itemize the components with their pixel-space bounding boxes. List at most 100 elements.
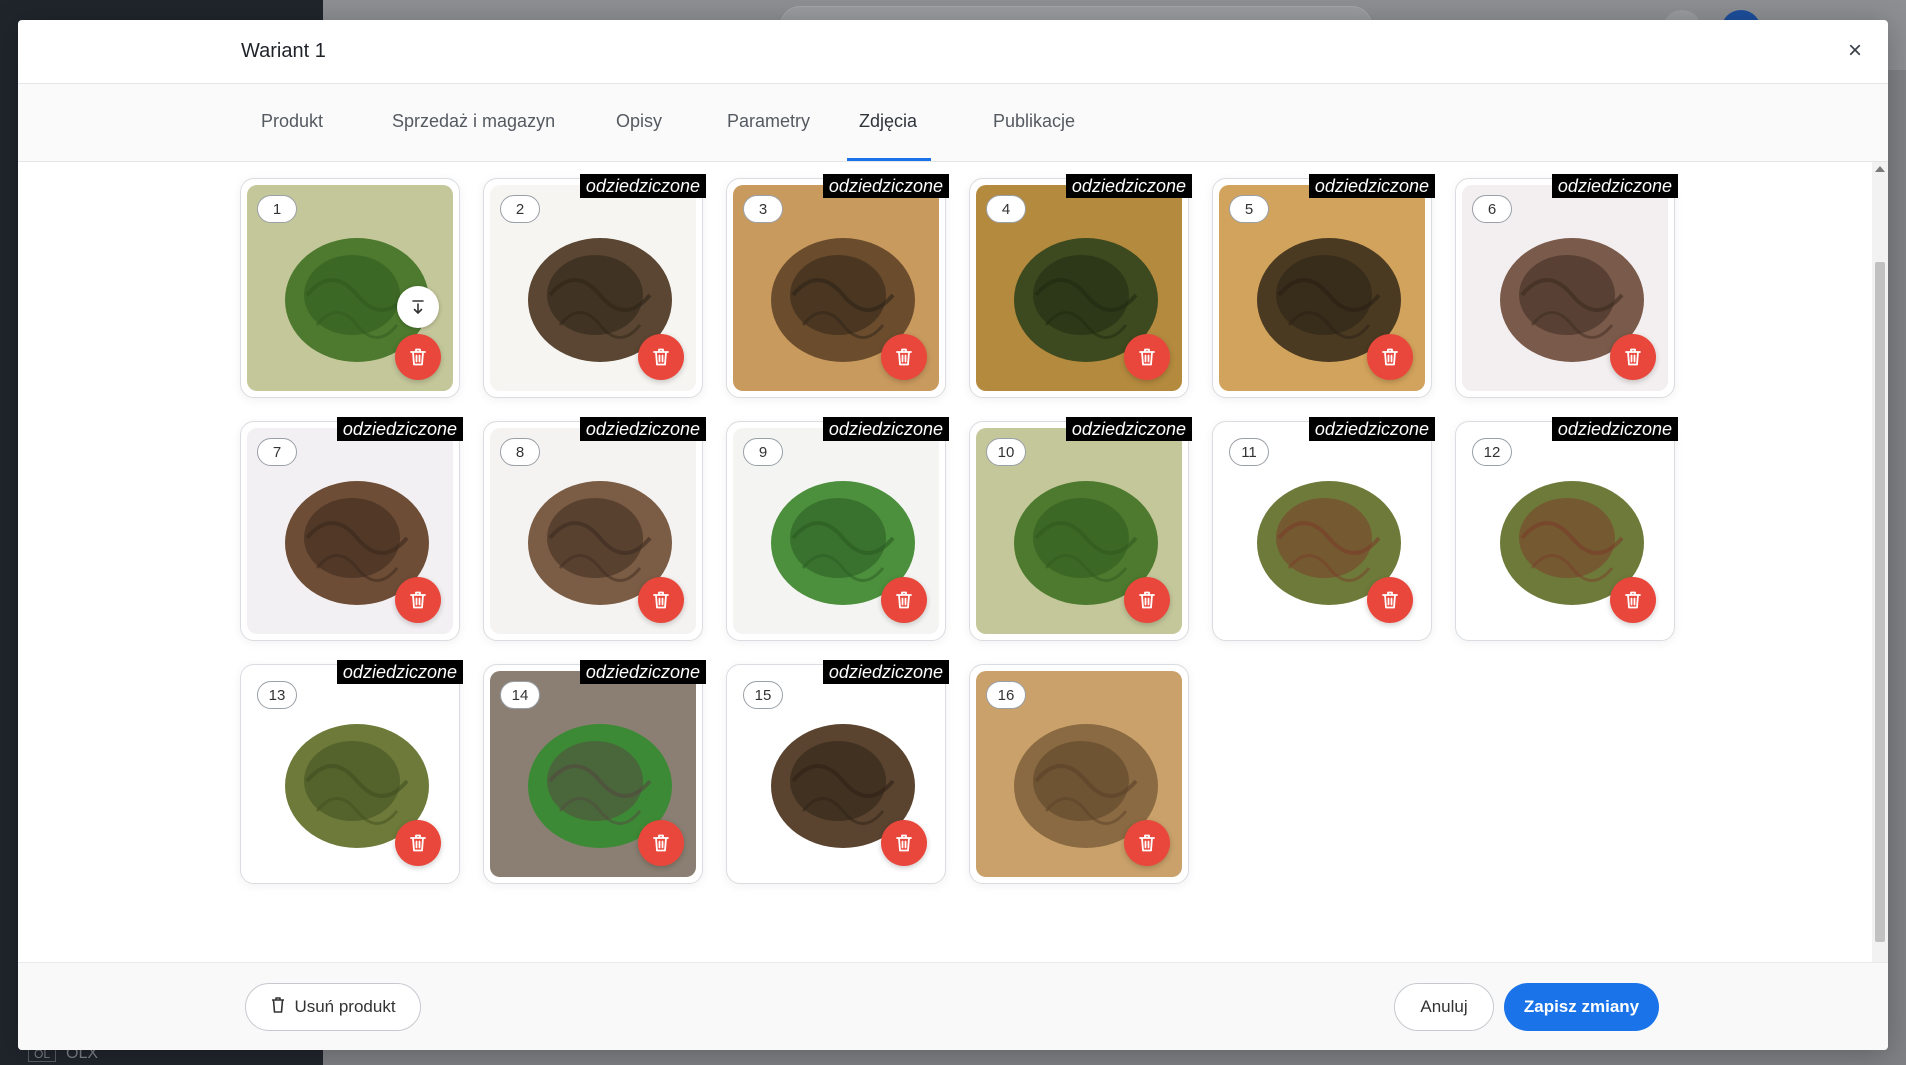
trash-icon	[1624, 590, 1642, 610]
inherited-badge: odziedziczone	[579, 660, 706, 684]
photo-card[interactable]: 10 odziedziczone	[969, 417, 1192, 641]
delete-photo-button[interactable]	[395, 820, 441, 866]
trash-icon	[1138, 590, 1156, 610]
delete-photo-button[interactable]	[1124, 334, 1170, 380]
scroll-up-arrow[interactable]	[1875, 166, 1885, 172]
trash-icon	[895, 347, 913, 367]
save-button[interactable]: Zapisz zmiany	[1504, 983, 1659, 1031]
photo-card[interactable]: 16	[969, 664, 1189, 884]
tab-produkt[interactable]: Produkt	[249, 84, 335, 161]
photo-card[interactable]: 11 odziedziczone	[1212, 417, 1435, 641]
photo-order-number: 12	[1472, 438, 1512, 466]
photo-order-number: 2	[500, 195, 540, 223]
photo-card[interactable]: 3 odziedziczone	[726, 174, 949, 398]
photo-card[interactable]: 8 odziedziczone	[483, 417, 706, 641]
trash-icon	[270, 996, 286, 1019]
photo-order-number: 9	[743, 438, 783, 466]
variant-modal: Wariant 1 × Produkt Sprzedaż i magazyn O…	[18, 20, 1888, 1050]
inherited-badge: odziedziczone	[822, 417, 949, 441]
tab-parametry[interactable]: Parametry	[715, 84, 822, 161]
photo-order-number: 16	[986, 681, 1026, 709]
photo-order-number: 4	[986, 195, 1026, 223]
photo-card[interactable]: 13 odziedziczone	[240, 660, 463, 884]
photo-card[interactable]: 5 odziedziczone	[1212, 174, 1435, 398]
photo-card[interactable]: 2 odziedziczone	[483, 174, 706, 398]
scrollbar[interactable]	[1872, 162, 1888, 962]
photo-order-number: 1	[257, 195, 297, 223]
photo-order-number: 6	[1472, 195, 1512, 223]
delete-photo-button[interactable]	[881, 334, 927, 380]
photo-order-number: 14	[500, 681, 540, 709]
remove-product-label: Usuń produkt	[294, 997, 396, 1016]
inherited-badge: odziedziczone	[336, 417, 463, 441]
tab-sprzedaz-i-magazyn[interactable]: Sprzedaż i magazyn	[380, 84, 567, 161]
trash-icon	[1624, 347, 1642, 367]
trash-icon	[409, 347, 427, 367]
photo-order-number: 5	[1229, 195, 1269, 223]
trash-icon	[1381, 347, 1399, 367]
trash-icon	[409, 833, 427, 853]
inherited-badge: odziedziczone	[1308, 417, 1435, 441]
trash-icon	[652, 347, 670, 367]
inherited-badge: odziedziczone	[1551, 417, 1678, 441]
tab-bar: Produkt Sprzedaż i magazyn Opisy Paramet…	[18, 84, 1888, 162]
modal-header: Wariant 1 ×	[18, 20, 1888, 84]
delete-photo-button[interactable]	[1124, 577, 1170, 623]
inherited-badge: odziedziczone	[579, 174, 706, 198]
photo-order-number: 10	[986, 438, 1026, 466]
photo-card[interactable]: 9 odziedziczone	[726, 417, 949, 641]
trash-icon	[1381, 590, 1399, 610]
delete-photo-button[interactable]	[395, 334, 441, 380]
photo-card[interactable]: 15 odziedziczone	[726, 660, 949, 884]
tab-publikacje[interactable]: Publikacje	[981, 84, 1087, 161]
delete-photo-button[interactable]	[1610, 577, 1656, 623]
inherited-badge: odziedziczone	[1065, 417, 1192, 441]
trash-icon	[409, 590, 427, 610]
inherited-badge: odziedziczone	[822, 174, 949, 198]
photo-order-number: 3	[743, 195, 783, 223]
tab-zdjecia[interactable]: Zdjęcia	[847, 84, 931, 161]
delete-photo-button[interactable]	[638, 577, 684, 623]
photo-card[interactable]: 7 odziedziczone	[240, 417, 463, 641]
remove-product-button[interactable]: Usuń produkt	[245, 983, 421, 1031]
photo-gallery: 1 2 odziedziczone 3 odziedziczone 4 odziedzicz…	[18, 162, 1888, 962]
scroll-thumb[interactable]	[1875, 262, 1885, 942]
trash-icon	[1138, 347, 1156, 367]
download-icon[interactable]	[397, 286, 439, 328]
delete-photo-button[interactable]	[1124, 820, 1170, 866]
inherited-badge: odziedziczone	[579, 417, 706, 441]
cancel-button[interactable]: Anuluj	[1394, 983, 1494, 1031]
inherited-badge: odziedziczone	[336, 660, 463, 684]
delete-photo-button[interactable]	[395, 577, 441, 623]
photo-order-number: 11	[1229, 438, 1269, 466]
photo-card[interactable]: 1	[240, 178, 460, 398]
inherited-badge: odziedziczone	[1551, 174, 1678, 198]
delete-photo-button[interactable]	[638, 334, 684, 380]
delete-photo-button[interactable]	[881, 577, 927, 623]
modal-title: Wariant 1	[241, 40, 326, 62]
delete-photo-button[interactable]	[881, 820, 927, 866]
modal-footer: Usuń produkt Anuluj Zapisz zmiany	[18, 962, 1888, 1050]
photo-card[interactable]: 6 odziedziczone	[1455, 174, 1678, 398]
photo-card[interactable]: 4 odziedziczone	[969, 174, 1192, 398]
close-icon[interactable]: ×	[1842, 38, 1868, 64]
inherited-badge: odziedziczone	[1065, 174, 1192, 198]
inherited-badge: odziedziczone	[822, 660, 949, 684]
photo-card[interactable]: 12 odziedziczone	[1455, 417, 1678, 641]
inherited-badge: odziedziczone	[1308, 174, 1435, 198]
photo-order-number: 8	[500, 438, 540, 466]
trash-icon	[652, 833, 670, 853]
trash-icon	[895, 833, 913, 853]
photo-order-number: 15	[743, 681, 783, 709]
photo-card[interactable]: 14 odziedziczone	[483, 660, 706, 884]
tab-opisy[interactable]: Opisy	[604, 84, 674, 161]
delete-photo-button[interactable]	[1610, 334, 1656, 380]
delete-photo-button[interactable]	[638, 820, 684, 866]
photo-order-number: 13	[257, 681, 297, 709]
trash-icon	[1138, 833, 1156, 853]
photo-order-number: 7	[257, 438, 297, 466]
delete-photo-button[interactable]	[1367, 334, 1413, 380]
trash-icon	[652, 590, 670, 610]
delete-photo-button[interactable]	[1367, 577, 1413, 623]
trash-icon	[895, 590, 913, 610]
